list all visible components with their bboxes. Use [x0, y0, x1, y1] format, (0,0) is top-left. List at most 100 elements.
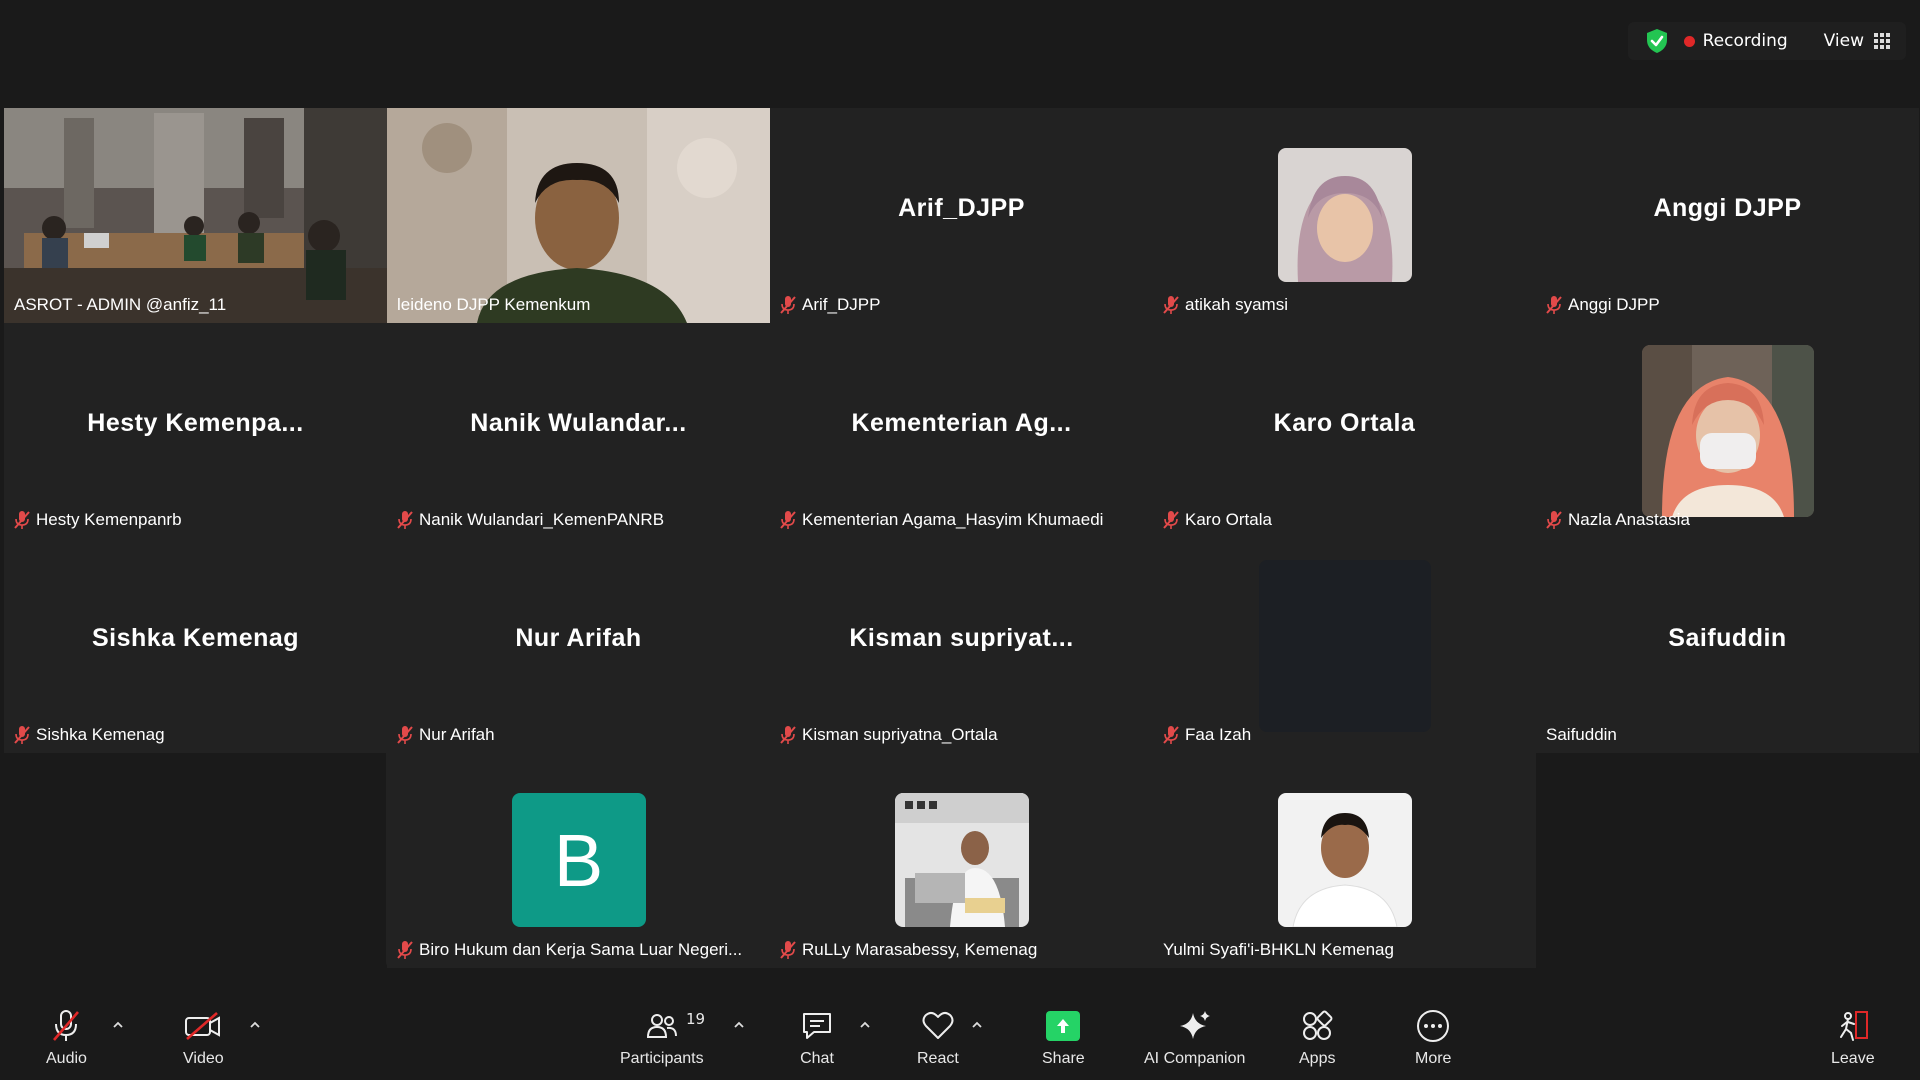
participant-display-name: Kisman supriyat... [849, 624, 1074, 652]
mic-muted-icon [397, 511, 413, 529]
encryption-shield-icon[interactable] [1644, 28, 1670, 54]
video-button[interactable]: Video [183, 1006, 224, 1068]
profile-photo [1258, 560, 1431, 732]
mic-muted-icon [1546, 296, 1562, 314]
mic-muted-icon [780, 941, 796, 959]
chat-options-caret-icon[interactable] [858, 1018, 872, 1032]
participant-name-label: Sishka Kemenag [10, 722, 171, 748]
share-screen-icon [1046, 1011, 1081, 1041]
participant-name-label: Hesty Kemenpanrb [10, 507, 188, 533]
audio-button[interactable]: Audio [46, 1006, 87, 1068]
participant-name-label: Arif_DJPP [776, 292, 886, 318]
participant-tile[interactable]: Sishka Kemenag Sishka Kemenag [4, 538, 387, 753]
video-camera-off-icon [185, 1012, 221, 1040]
participant-name-label: ASROT - ADMIN @anfiz_11 [14, 295, 227, 314]
participants-count-badge: 19 [686, 1010, 706, 1028]
participant-name-label: Karo Ortala [1159, 507, 1278, 533]
participant-tile[interactable]: Faa Izah [1153, 538, 1536, 753]
top-right-controls: Recording View [1627, 22, 1906, 60]
heart-icon [922, 1011, 954, 1039]
participants-options-caret-icon[interactable] [732, 1018, 746, 1032]
recording-dot-icon [1683, 35, 1695, 47]
mic-muted-icon [780, 296, 796, 314]
participant-tile-active-speaker[interactable]: leideno DJPP Kemenkum [387, 108, 770, 323]
participant-name-label: Faa Izah [1159, 722, 1257, 748]
participant-tile[interactable]: ASROT - ADMIN @anfiz_11 [4, 108, 387, 323]
grid-icon [1874, 33, 1890, 49]
mic-muted-icon [397, 726, 413, 744]
participant-display-name: Anggi DJPP [1653, 194, 1802, 222]
participant-tile[interactable]: Anggi DJPP Anggi DJPP [1536, 108, 1919, 323]
recording-label: Recording [1702, 31, 1788, 51]
leave-button[interactable]: Leave [1831, 1006, 1875, 1068]
participant-tile[interactable]: B Biro Hukum dan Kerja Sama Luar Negeri.… [387, 753, 770, 968]
participant-tile[interactable]: RuLLy Marasabessy, Kemenag [770, 753, 1153, 968]
participant-name-label: Nur Arifah [393, 722, 501, 748]
participant-tile[interactable]: Arif_DJPP Arif_DJPP [770, 108, 1153, 323]
participant-display-name: Karo Ortala [1273, 409, 1416, 437]
participant-tile[interactable]: Hesty Kemenpa... Hesty Kemenpanrb [4, 323, 387, 538]
react-options-caret-icon[interactable] [970, 1018, 984, 1032]
more-button[interactable]: More [1415, 1006, 1451, 1068]
video-feed-speaker [387, 108, 770, 323]
participant-display-name: Kementerian Ag... [851, 409, 1072, 437]
participant-display-name: Nanik Wulandar... [470, 409, 687, 437]
view-button[interactable]: View [1824, 31, 1890, 51]
participant-name-label: Nazla Anastasia [1542, 507, 1696, 533]
mic-muted-icon [1163, 726, 1179, 744]
profile-photo [894, 793, 1029, 927]
participant-tile[interactable]: Yulmi Syafi'i-BHKLN Kemenag [1153, 753, 1536, 968]
sparkle-icon [1179, 1011, 1210, 1039]
mic-muted-icon [1546, 511, 1562, 529]
participant-name-label: leideno DJPP Kemenkum [397, 295, 591, 314]
react-button[interactable]: React [917, 1006, 959, 1068]
top-bar: Recording View [0, 0, 1920, 108]
participants-icon [646, 1014, 677, 1038]
meeting-toolbar: Audio Video Participants 19 Chat React S… [0, 998, 1920, 1080]
mic-muted-icon [780, 726, 796, 744]
participant-tile[interactable]: atikah syamsi [1153, 108, 1536, 323]
video-feed-meeting-room [4, 108, 387, 323]
participant-tile[interactable]: Kisman supriyat... Kisman supriyatna_Ort… [770, 538, 1153, 753]
mic-muted-icon [1163, 296, 1179, 314]
more-options-icon [1417, 1010, 1450, 1042]
chat-bubble-icon [803, 1013, 831, 1039]
recording-indicator[interactable]: Recording [1683, 31, 1788, 51]
avatar-initial: B [511, 793, 646, 927]
apps-button[interactable]: Apps [1299, 1006, 1335, 1068]
video-options-caret-icon[interactable] [248, 1018, 262, 1032]
participant-display-name: Hesty Kemenpa... [87, 409, 304, 437]
view-label: View [1823, 31, 1864, 51]
profile-photo [1277, 793, 1412, 927]
participant-display-name: Saifuddin [1668, 624, 1787, 652]
apps-icon [1303, 1010, 1333, 1040]
audio-options-caret-icon[interactable] [111, 1018, 125, 1032]
participant-tile[interactable]: Kementerian Ag... Kementerian Agama_Hasy… [770, 323, 1153, 538]
share-screen-button[interactable]: Share [1042, 1006, 1085, 1068]
participant-tile[interactable]: Nur Arifah Nur Arifah [387, 538, 770, 753]
participant-tile[interactable]: Nanik Wulandar... Nanik Wulandari_KemenP… [387, 323, 770, 538]
participant-tile[interactable]: Saifuddin Saifuddin [1536, 538, 1919, 753]
mic-muted-icon [14, 726, 30, 744]
microphone-muted-icon [53, 1010, 80, 1041]
ai-companion-button[interactable]: AI Companion [1144, 1006, 1245, 1068]
participant-name-label: Nanik Wulandari_KemenPANRB [393, 507, 670, 533]
participant-name-label: Yulmi Syafi'i-BHKLN Kemenag [1163, 940, 1394, 959]
participant-display-name: Sishka Kemenag [91, 624, 300, 652]
mic-muted-icon [14, 511, 30, 529]
mic-muted-icon [1163, 511, 1179, 529]
participant-tile[interactable]: Nazla Anastasia [1536, 323, 1919, 538]
profile-photo [1277, 148, 1412, 282]
mic-muted-icon [780, 511, 796, 529]
chat-button[interactable]: Chat [800, 1006, 834, 1068]
leave-meeting-icon [1839, 1011, 1868, 1041]
participant-name-label: RuLLy Marasabessy, Kemenag [776, 937, 1043, 963]
participant-display-name: Nur Arifah [515, 624, 642, 652]
participant-display-name: Arif_DJPP [898, 194, 1025, 222]
mic-muted-icon [397, 941, 413, 959]
profile-photo [1641, 345, 1814, 517]
participant-name-label: Kementerian Agama_Hasyim Khumaedi [776, 507, 1109, 533]
participant-name-label: atikah syamsi [1159, 292, 1294, 318]
participant-tile[interactable]: Karo Ortala Karo Ortala [1153, 323, 1536, 538]
participant-name-label: Biro Hukum dan Kerja Sama Luar Negeri... [393, 937, 748, 963]
